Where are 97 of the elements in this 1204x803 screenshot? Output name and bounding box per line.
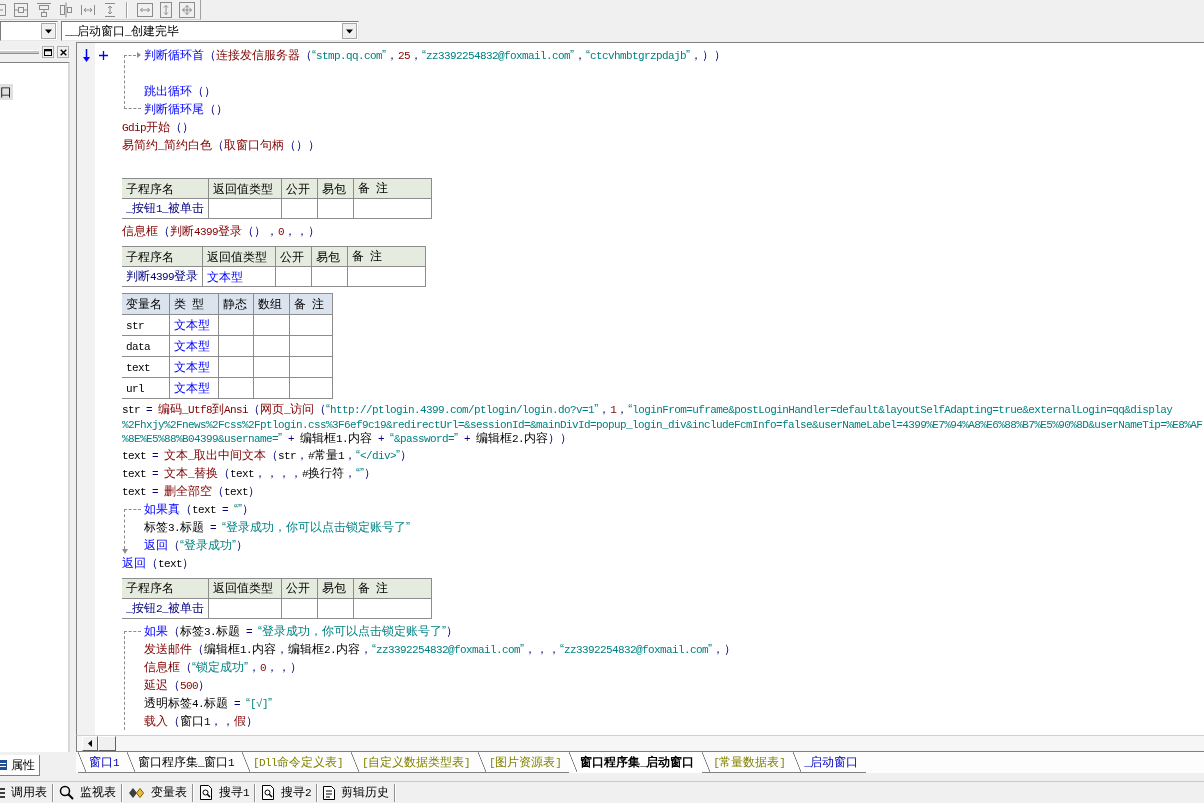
code-line: 如果（标签3.标题 = “登录成功，你可以点击锁定账号了”） <box>144 622 460 640</box>
column-header: 静态 <box>218 293 254 315</box>
table-cell: _按钮2_被单击 <box>122 598 209 618</box>
column-header: 备 注 <box>353 578 432 598</box>
panel-tab[interactable]: 调用表 <box>0 782 52 803</box>
column-header: 变量名 <box>122 293 170 315</box>
same-width-icon[interactable] <box>137 2 153 17</box>
code-line: 发送邮件（编辑框1.内容，编辑框2.内容，“zz3392254832@foxmail.com”，，，“zz3392254832@foxmail.com”，） <box>144 640 738 658</box>
document-tab[interactable]: [图片资源表] <box>478 752 570 773</box>
column-header: 公开 <box>281 578 318 598</box>
table-cell: url <box>122 377 170 399</box>
table-cell: 文本型 <box>169 377 219 399</box>
panel-icon <box>0 759 7 771</box>
event-combo[interactable]: __启动窗口_创建完毕 <box>61 21 359 41</box>
same-size-icon[interactable] <box>179 1 195 18</box>
left-triangle-icon <box>88 740 92 747</box>
close-icon <box>59 48 67 56</box>
maximize-button[interactable] <box>42 46 54 58</box>
code-line: 判断循环首（连接发信服务器（“stmp.qq.com”，25，“zz3392254832@foxmail.com”，“ctcvhmbtgrzpdajb”，）） <box>144 47 728 64</box>
same-height-icon[interactable] <box>160 1 172 18</box>
code-line: text = 文本_取出中间文本（str，#常量1，“</div>”） <box>122 446 414 464</box>
code-line: 信息框（判断4399登录（），0，，） <box>122 223 322 240</box>
table-cell: text <box>122 356 170 378</box>
document-icon <box>323 785 336 800</box>
grip-bar[interactable] <box>0 50 39 54</box>
panel-tab[interactable]: 搜寻2 <box>256 782 317 803</box>
panel-tab[interactable]: 剪辑历史 <box>318 782 395 803</box>
column-header: 子程序名 <box>122 178 209 199</box>
column-header: 备 注 <box>347 246 426 267</box>
column-header: 备 注 <box>289 293 333 315</box>
document-tab[interactable]: [Dll命令定义表] <box>242 752 352 773</box>
scrollbar-thumb[interactable] <box>98 736 116 751</box>
panel-tab[interactable]: 变量表 <box>123 782 192 803</box>
code-line: 信息框（“锁定成功”，0，，） <box>144 658 303 676</box>
document-tab[interactable]: [自定义数据类型表] <box>351 752 479 773</box>
code-line: 判断循环尾（） <box>144 101 229 118</box>
scroll-left-button[interactable] <box>82 736 98 751</box>
list-icon <box>0 786 5 799</box>
column-header: 子程序名 <box>122 578 209 598</box>
square-icon <box>44 48 52 56</box>
code-line: 标签3.标题 = “登录成功，你可以点击锁定账号了” <box>144 518 412 536</box>
magnifier-icon <box>59 785 74 800</box>
code-line: 跳出循环（） <box>144 83 217 100</box>
code-line: %2Fhxjy%2Fnews%2Fcss%2Fptlogin.css%3F6ef9c19&redirectUrl=&sessionId=&mainDivId=popup_login_div&includeFcmInfo=false&userNameLabel=4399%E7%94%A8%E6%88%B7%E5%90%8D&userNameTip=%E8%AF <box>122 417 1204 431</box>
object-combo[interactable] <box>0 21 58 41</box>
table-cell: data <box>122 335 170 357</box>
tree-item[interactable]: 口 <box>0 84 13 100</box>
down-arrow-icon[interactable] <box>82 49 90 62</box>
code-line: 如果真（text = “”） <box>144 500 256 518</box>
column-header: 备 注 <box>353 178 432 199</box>
document-search-icon <box>261 785 275 800</box>
align-center-icon[interactable] <box>59 1 73 18</box>
code-line: 透明标签4.标题 = “[√]” <box>144 694 274 712</box>
column-header: 子程序名 <box>122 246 203 267</box>
close-button[interactable] <box>57 46 69 58</box>
code-line: text = 文本_替换（text，，，，#换行符，“”） <box>122 464 378 482</box>
table-cell: str <box>122 314 170 336</box>
column-header: 易包 <box>317 578 354 598</box>
table-cell: 文本型 <box>169 314 219 336</box>
document-tab[interactable]: [常量数据表] <box>702 752 794 773</box>
code-line: 返回（text） <box>122 554 195 572</box>
code-line: str = 编码_Utf8到Ansi（网页_访问（“http://ptlogin.4399.com/ptlogin/login.do?v=1”，1，“loginFrom=uframe&postLoginHandler=default&layoutSelfAdapting=true&externalLogin=qq&display <box>122 402 1174 417</box>
vertical-spacing-icon[interactable] <box>103 1 117 18</box>
plus-icon[interactable] <box>99 51 108 60</box>
code-line: 易简约_简约白色（取窗口句柄（）） <box>122 137 321 154</box>
document-tab[interactable]: _启动窗口 <box>793 752 867 773</box>
column-header: 数组 <box>253 293 290 315</box>
code-line: Gdip开始（） <box>122 119 195 136</box>
table-cell: 文本型 <box>169 356 219 378</box>
document-tab[interactable]: 窗口程序集_窗口1 <box>127 752 243 773</box>
bracket-icon[interactable] <box>0 1 6 18</box>
code-line: 载入（窗口1，，假） <box>144 712 259 730</box>
table-cell: 判断4399登录 <box>122 266 203 287</box>
column-header: 公开 <box>281 178 318 199</box>
column-header: 类 型 <box>169 293 219 315</box>
code-line: text = 删全部空（text） <box>122 482 262 500</box>
diamonds-icon <box>128 786 145 799</box>
panel-tab[interactable]: 搜寻1 <box>194 782 254 803</box>
table-cell: 文本型 <box>202 266 276 287</box>
column-header: 易包 <box>311 246 348 267</box>
align-top-icon[interactable] <box>36 1 52 18</box>
column-header: 返回值类型 <box>208 578 282 598</box>
panel-tab[interactable]: 属性 <box>0 755 40 776</box>
document-search-icon <box>199 785 213 800</box>
code-line: %8E%E5%88%B04399&username=” + 编辑框1.内容 + “&password=” + 编辑框2.内容）） <box>122 431 574 446</box>
column-header: 易包 <box>317 178 354 199</box>
horizontal-scrollbar[interactable] <box>76 735 1204 751</box>
column-header: 返回值类型 <box>202 246 276 267</box>
document-tab[interactable]: 窗口1 <box>78 752 127 773</box>
table-cell: 文本型 <box>169 335 219 357</box>
column-header: 公开 <box>275 246 312 267</box>
code-line: 返回（“登录成功”） <box>144 536 249 554</box>
table-cell: _按钮1_被单击 <box>122 198 209 219</box>
center-align-icon[interactable] <box>13 1 29 18</box>
column-header: 返回值类型 <box>208 178 282 199</box>
panel-tab[interactable]: 监视表 <box>54 782 121 803</box>
code-line: 延迟（500） <box>144 676 211 694</box>
